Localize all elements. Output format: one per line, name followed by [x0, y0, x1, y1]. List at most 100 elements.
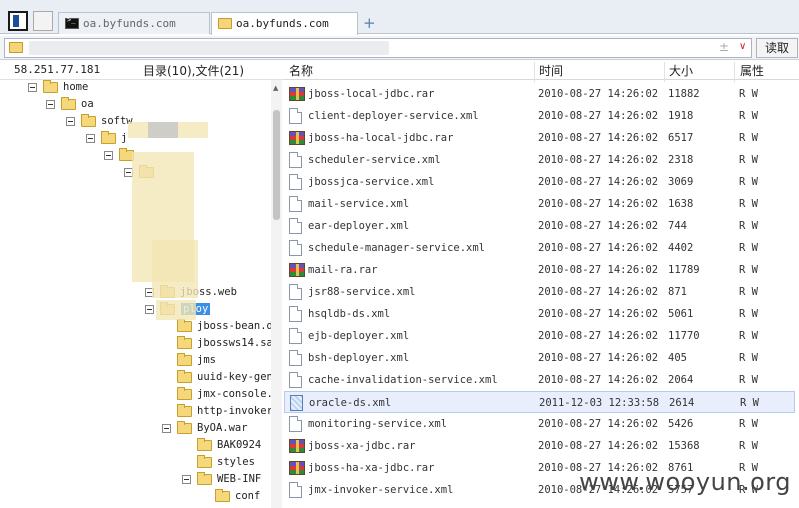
file-name: jboss-local-jdbc.rar: [308, 88, 435, 100]
collapse-toggle-icon[interactable]: [104, 151, 113, 160]
tree-node-label: jms: [197, 354, 216, 366]
redacted-block: [152, 240, 198, 298]
file-row[interactable]: oracle-ds.xml 2011-12-03 12:33:58 2614 R W: [284, 391, 795, 413]
tree-node-label: BAK0924: [217, 439, 262, 451]
tree-node-label: WEB-INF: [217, 473, 262, 485]
file-size: 11770: [668, 330, 700, 342]
plus-minus-icon[interactable]: ±: [719, 40, 729, 54]
file-name: oracle-ds.xml: [309, 397, 392, 409]
file-row[interactable]: jsr88-service.xml 2010-08-27 14:26:02 871 R…: [284, 281, 795, 303]
file-row[interactable]: jboss-local-jdbc.rar 2010-08-27 14:26:02 1…: [284, 83, 795, 105]
file-row[interactable]: ear-deployer.xml 2010-08-27 14:26:02 744 R …: [284, 215, 795, 237]
window-layout-icon[interactable]: [8, 11, 28, 31]
column-header: 名称 时间 大小 属性: [284, 60, 799, 82]
path-input[interactable]: ± ∨: [4, 38, 752, 58]
folder-icon: [177, 421, 192, 434]
file-row[interactable]: jboss-ha-local-jdbc.rar 2010-08-27 14:26:…: [284, 127, 795, 149]
file-name: jbossjca-service.xml: [308, 176, 435, 188]
xml-file-icon: [289, 350, 302, 366]
column-divider[interactable]: [534, 62, 535, 82]
file-row[interactable]: cache-invalidation-service.xml 2010-08-27…: [284, 369, 795, 391]
file-size: 11882: [668, 88, 700, 100]
collapse-toggle-icon[interactable]: [46, 100, 55, 109]
file-time: 2010-08-27 14:26:02: [538, 440, 659, 452]
blank-tab-icon[interactable]: [33, 11, 53, 31]
file-size: 11789: [668, 264, 700, 276]
collapse-toggle-icon[interactable]: [28, 83, 37, 92]
xml-file-icon: [289, 306, 302, 322]
scroll-thumb[interactable]: [273, 110, 280, 220]
file-time: 2010-08-27 14:26:02: [538, 198, 659, 210]
tree-node-label: conf: [235, 490, 261, 502]
file-row[interactable]: jboss-xa-jdbc.rar 2010-08-27 14:26:02 1536…: [284, 435, 795, 457]
file-name: mail-ra.rar: [308, 264, 378, 276]
file-time: 2011-12-03 12:33:58: [539, 397, 660, 409]
file-name: cache-invalidation-service.xml: [308, 374, 498, 386]
column-size[interactable]: 大小: [669, 62, 693, 79]
file-row[interactable]: scheduler-service.xml 2010-08-27 14:26:02…: [284, 149, 795, 171]
file-row[interactable]: bsh-deployer.xml 2010-08-27 14:26:02 405 R …: [284, 347, 795, 369]
folder-icon: [177, 336, 192, 349]
file-row[interactable]: ejb-deployer.xml 2010-08-27 14:26:02 11770…: [284, 325, 795, 347]
xml-file-icon: [289, 284, 302, 300]
collapse-toggle-icon[interactable]: [86, 134, 95, 143]
file-row[interactable]: schedule-manager-service.xml 2010-08-27 1…: [284, 237, 795, 259]
tree-node-label: styles: [217, 456, 255, 468]
file-row[interactable]: mail-ra.rar 2010-08-27 14:26:02 11789 R W: [284, 259, 795, 281]
column-divider[interactable]: [664, 62, 665, 82]
column-divider[interactable]: [734, 62, 735, 82]
tree-node-label: http-invoker: [197, 405, 273, 417]
file-row[interactable]: hsqldb-ds.xml 2010-08-27 14:26:02 5061 R W: [284, 303, 795, 325]
xml-file-icon: [289, 196, 302, 212]
address-bar: ± ∨ 读取: [0, 36, 799, 60]
folder-icon: [43, 80, 58, 93]
file-row[interactable]: client-deployer-service.xml 2010-08-27 14…: [284, 105, 795, 127]
file-attr: R W: [739, 198, 758, 210]
collapse-toggle-icon[interactable]: [162, 424, 171, 433]
column-name[interactable]: 名称: [289, 62, 313, 79]
file-size: 2318: [668, 154, 694, 166]
file-time: 2010-08-27 14:26:02: [538, 110, 659, 122]
file-attr: R W: [739, 308, 758, 320]
file-size: 405: [668, 352, 687, 364]
file-size: 6517: [668, 132, 694, 144]
file-row[interactable]: monitoring-service.xml 2010-08-27 14:26:0…: [284, 413, 795, 435]
xml-file-icon: [289, 240, 302, 256]
tab-label: oa.byfunds.com: [83, 17, 176, 30]
collapse-toggle-icon[interactable]: [145, 305, 154, 314]
tree-scrollbar[interactable]: ▲: [271, 80, 282, 508]
xml-file-icon: [289, 482, 302, 498]
xml-file-icon: [289, 174, 302, 190]
collapse-toggle-icon[interactable]: [66, 117, 75, 126]
folder-icon: [177, 353, 192, 366]
file-name: scheduler-service.xml: [308, 154, 441, 166]
scroll-up-icon[interactable]: ▲: [273, 84, 278, 92]
file-row[interactable]: mail-service.xml 2010-08-27 14:26:02 1638 R…: [284, 193, 795, 215]
folder-icon: [215, 489, 230, 502]
column-attr[interactable]: 属性: [740, 62, 764, 79]
new-tab-button[interactable]: +: [363, 14, 376, 32]
watermark: www.wooyun.org: [579, 468, 791, 496]
collapse-toggle-icon[interactable]: [182, 475, 191, 484]
file-time: 2010-08-27 14:26:02: [538, 220, 659, 232]
file-attr: R W: [739, 418, 758, 430]
archive-file-icon: [289, 439, 305, 453]
file-attr: R W: [739, 352, 758, 364]
tab-file-manager[interactable]: oa.byfunds.com: [211, 12, 358, 35]
file-attr: R W: [739, 132, 758, 144]
folder-icon: [177, 370, 192, 383]
file-time: 2010-08-27 14:26:02: [538, 352, 659, 364]
file-size: 744: [668, 220, 687, 232]
xml-file-icon: [289, 416, 302, 432]
tab-terminal[interactable]: oa.byfunds.com: [58, 12, 210, 34]
file-time: 2010-08-27 14:26:02: [538, 154, 659, 166]
file-attr: R W: [739, 264, 758, 276]
folder-icon: [197, 438, 212, 451]
file-name: jsr88-service.xml: [308, 286, 416, 298]
file-time: 2010-08-27 14:26:02: [538, 176, 659, 188]
column-time[interactable]: 时间: [539, 62, 563, 79]
chevron-down-icon[interactable]: ∨: [739, 41, 746, 52]
archive-file-icon: [289, 131, 305, 145]
file-row[interactable]: jbossjca-service.xml 2010-08-27 14:26:02 3…: [284, 171, 795, 193]
read-button[interactable]: 读取: [756, 38, 798, 58]
